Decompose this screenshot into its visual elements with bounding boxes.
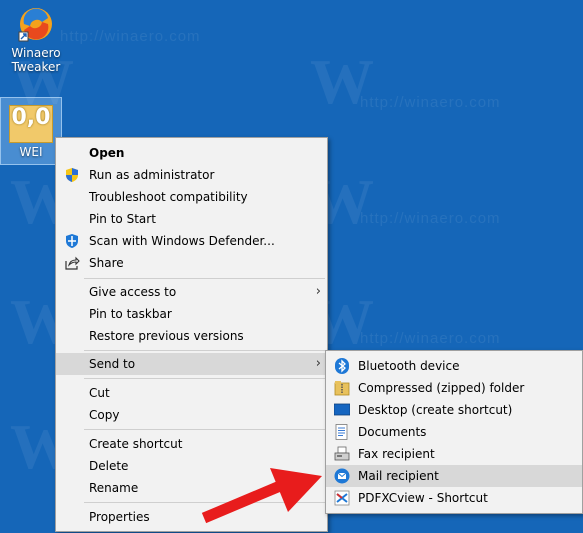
- uac-shield-icon: [64, 167, 80, 183]
- wei-tile-icon: 0,0: [9, 105, 53, 143]
- menu-item-cut[interactable]: Cut: [56, 382, 327, 404]
- icon-label: Tweaker: [11, 60, 61, 74]
- watermark-text: http://winaero.com: [360, 94, 501, 111]
- icon-label: WEI: [19, 145, 43, 159]
- share-icon: [64, 255, 80, 271]
- send-to-desktop[interactable]: Desktop (create shortcut): [326, 399, 582, 421]
- menu-item-copy[interactable]: Copy: [56, 404, 327, 426]
- chevron-right-icon: ›: [315, 284, 321, 299]
- mail-icon: [334, 468, 350, 484]
- tile-text: 0,0: [11, 105, 51, 130]
- menu-item-scan-with-defender[interactable]: Scan with Windows Defender...: [56, 230, 327, 252]
- desktop-icon-winaero-tweaker[interactable]: Winaero Tweaker: [5, 4, 67, 74]
- send-to-submenu: Bluetooth device Compressed (zipped) fol…: [325, 350, 583, 514]
- documents-icon: [334, 424, 350, 440]
- menu-item-open[interactable]: Open: [56, 142, 327, 164]
- menu-item-send-to[interactable]: Send to ›: [56, 353, 327, 375]
- menu-item-pin-to-taskbar[interactable]: Pin to taskbar: [56, 303, 327, 325]
- menu-item-troubleshoot-compatibility[interactable]: Troubleshoot compatibility: [56, 186, 327, 208]
- winaero-tweaker-icon: [16, 4, 56, 44]
- menu-item-restore-previous-versions[interactable]: Restore previous versions: [56, 325, 327, 347]
- menu-item-share[interactable]: Share: [56, 252, 327, 274]
- menu-separator: [84, 429, 325, 430]
- send-to-bluetooth-device[interactable]: Bluetooth device: [326, 355, 582, 377]
- pdfxcview-icon: [334, 490, 350, 506]
- menu-separator: [84, 378, 325, 379]
- desktop-icon: [333, 402, 351, 418]
- red-arrow-annotation: [201, 468, 322, 524]
- windows-defender-icon: [64, 233, 80, 249]
- send-to-compressed-folder[interactable]: Compressed (zipped) folder: [326, 377, 582, 399]
- send-to-mail-recipient[interactable]: Mail recipient: [326, 465, 582, 487]
- watermark-text: http://winaero.com: [60, 28, 201, 45]
- zip-folder-icon: [334, 380, 350, 396]
- menu-item-create-shortcut[interactable]: Create shortcut: [56, 433, 327, 455]
- menu-item-give-access-to[interactable]: Give access to ›: [56, 281, 327, 303]
- watermark-text: http://winaero.com: [360, 210, 501, 227]
- bluetooth-icon: [334, 358, 350, 374]
- icon-label: Winaero: [11, 46, 61, 60]
- watermark-text: http://winaero.com: [360, 330, 501, 347]
- menu-separator: [84, 278, 325, 279]
- chevron-right-icon: ›: [315, 356, 321, 371]
- send-to-pdfxcview-shortcut[interactable]: PDFXCview - Shortcut: [326, 487, 582, 509]
- send-to-documents[interactable]: Documents: [326, 421, 582, 443]
- send-to-fax-recipient[interactable]: Fax recipient: [326, 443, 582, 465]
- menu-separator: [84, 350, 325, 351]
- menu-item-pin-to-start[interactable]: Pin to Start: [56, 208, 327, 230]
- fax-icon: [334, 446, 350, 462]
- desktop-icon-wei[interactable]: 0,0 WEI: [0, 97, 62, 165]
- menu-item-run-as-administrator[interactable]: Run as administrator: [56, 164, 327, 186]
